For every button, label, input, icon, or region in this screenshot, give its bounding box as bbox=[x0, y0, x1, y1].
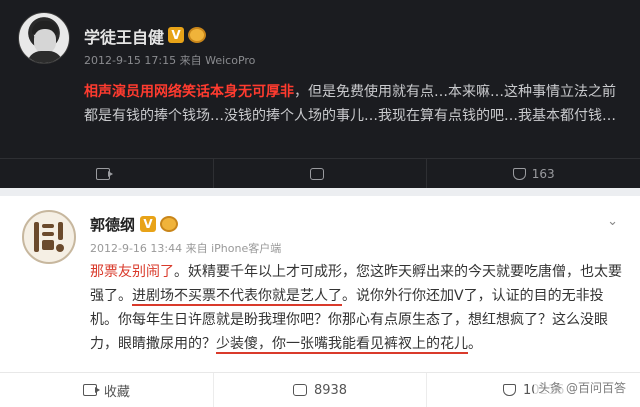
avatar[interactable] bbox=[18, 12, 70, 64]
chevron-down-icon[interactable]: ⌄ bbox=[607, 214, 618, 229]
like-count: 163 bbox=[531, 166, 555, 181]
highlighted-text: 相声演员用网络笑话本身无可厚非 bbox=[84, 84, 294, 100]
post-card-guodegang: 郭德纲 V ⌄ 2012-9-16 13:44 来自 iPhone客户端 那票友… bbox=[0, 196, 640, 407]
watermark: 头条 @百问百答 bbox=[534, 378, 630, 397]
comment-icon bbox=[310, 167, 324, 180]
username[interactable]: 学徒王自健 bbox=[84, 24, 164, 48]
repost-button[interactable] bbox=[0, 159, 214, 188]
comment-count: 8938 bbox=[313, 382, 348, 398]
verified-v-icon: V bbox=[140, 216, 156, 232]
post-meta: 2012-9-15 17:15 来自 WeicoPro bbox=[84, 54, 256, 67]
underlined-text: 少装傻，你一张嘴我能看见裤衩上的花儿 bbox=[216, 336, 468, 352]
comment-button[interactable]: 8938 bbox=[214, 373, 428, 407]
like-button[interactable]: 163 bbox=[427, 159, 640, 188]
vip-badge-icon bbox=[188, 27, 206, 43]
avatar[interactable] bbox=[22, 210, 76, 264]
red-text: 那票友别闹了 bbox=[90, 264, 174, 280]
seal-logo-icon bbox=[30, 218, 68, 256]
post-card-wangzijian: 学徒王自健 V 2012-9-15 17:15 来自 WeicoPro 相声演员… bbox=[0, 0, 640, 188]
post-content: 相声演员用网络笑话本身无可厚非，但是免费使用就有点…本来嘛…这种事情立法之前都是… bbox=[84, 80, 624, 128]
vip-badge-icon bbox=[160, 216, 178, 232]
favorite-button[interactable]: 收藏 bbox=[0, 373, 214, 407]
action-bar: 163 bbox=[0, 158, 640, 188]
post-meta: 2012-9-16 13:44 来自 iPhone客户端 bbox=[90, 242, 282, 255]
comment-icon bbox=[292, 384, 307, 396]
username[interactable]: 郭德纲 bbox=[90, 214, 135, 235]
comment-button[interactable] bbox=[214, 159, 428, 188]
like-icon bbox=[512, 167, 526, 180]
card-separator bbox=[0, 188, 640, 196]
underlined-text: 进剧场不买票不代表你就是艺人了 bbox=[132, 288, 342, 304]
verified-v-icon: V bbox=[168, 27, 184, 43]
repost-icon bbox=[96, 167, 114, 180]
favorite-icon bbox=[82, 384, 100, 396]
repost-icon bbox=[503, 384, 516, 396]
post-content: 那票友别闹了。妖精要千年以上才可成形，您这昨天孵出来的今天就要吃唐僧，也太要强了… bbox=[90, 264, 622, 352]
